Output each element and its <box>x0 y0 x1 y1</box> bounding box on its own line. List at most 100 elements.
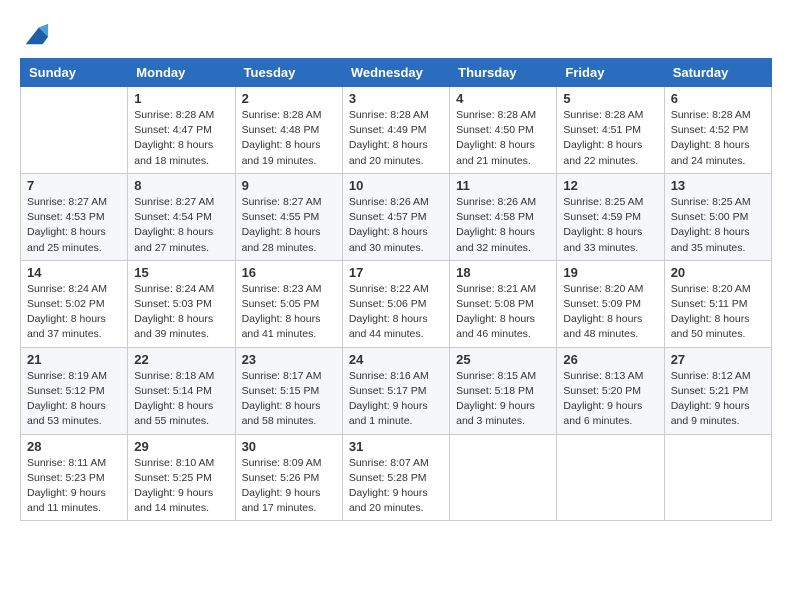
day-number: 23 <box>242 352 336 367</box>
calendar-week-row: 14 Sunrise: 8:24 AMSunset: 5:02 PMDayligh… <box>21 260 772 347</box>
day-number: 4 <box>456 91 550 106</box>
calendar-week-row: 28Sunrise: 8:11 AMSunset: 5:23 PMDayligh… <box>21 434 772 521</box>
calendar-cell: 4 Sunrise: 8:28 AMSunset: 4:50 PMDaylight… <box>450 87 557 174</box>
day-info: Sunrise: 8:13 AMSunset: 5:20 PMDaylight:… <box>563 369 657 430</box>
calendar-cell <box>664 434 771 521</box>
calendar-week-row: 1 Sunrise: 8:28 AMSunset: 4:47 PMDaylight… <box>21 87 772 174</box>
header-cell-saturday: Saturday <box>664 59 771 87</box>
day-number: 22 <box>134 352 228 367</box>
calendar-cell: 14 Sunrise: 8:24 AMSunset: 5:02 PMDayligh… <box>21 260 128 347</box>
header-cell-wednesday: Wednesday <box>342 59 449 87</box>
calendar-cell: 12Sunrise: 8:25 AMSunset: 4:59 PMDayligh… <box>557 173 664 260</box>
day-number: 19 <box>563 265 657 280</box>
calendar-cell: 27Sunrise: 8:12 AMSunset: 5:21 PMDayligh… <box>664 347 771 434</box>
header-cell-tuesday: Tuesday <box>235 59 342 87</box>
day-number: 31 <box>349 439 443 454</box>
day-info: Sunrise: 8:10 AMSunset: 5:25 PMDaylight:… <box>134 456 228 517</box>
calendar-cell: 11 Sunrise: 8:26 AMSunset: 4:58 PMDayligh… <box>450 173 557 260</box>
calendar-cell: 9 Sunrise: 8:27 AMSunset: 4:55 PMDaylight… <box>235 173 342 260</box>
calendar-cell: 16Sunrise: 8:23 AMSunset: 5:05 PMDayligh… <box>235 260 342 347</box>
day-number: 25 <box>456 352 550 367</box>
calendar-cell: 22 Sunrise: 8:18 AMSunset: 5:14 PMDayligh… <box>128 347 235 434</box>
day-info: Sunrise: 8:20 AMSunset: 5:09 PMDaylight:… <box>563 282 657 343</box>
day-number: 8 <box>134 178 228 193</box>
day-info: Sunrise: 8:21 AMSunset: 5:08 PMDaylight:… <box>456 282 550 343</box>
day-info: Sunrise: 8:27 AMSunset: 4:53 PMDaylight:… <box>27 195 121 256</box>
day-number: 11 <box>456 178 550 193</box>
calendar-cell: 5 Sunrise: 8:28 AMSunset: 4:51 PMDaylight… <box>557 87 664 174</box>
header-cell-sunday: Sunday <box>21 59 128 87</box>
day-info: Sunrise: 8:15 AMSunset: 5:18 PMDaylight:… <box>456 369 550 430</box>
day-info: Sunrise: 8:28 AMSunset: 4:49 PMDaylight:… <box>349 108 443 169</box>
calendar-cell: 23 Sunrise: 8:17 AMSunset: 5:15 PMDayligh… <box>235 347 342 434</box>
day-number: 24 <box>349 352 443 367</box>
day-info: Sunrise: 8:19 AMSunset: 5:12 PMDaylight:… <box>27 369 121 430</box>
calendar-cell: 29 Sunrise: 8:10 AMSunset: 5:25 PMDayligh… <box>128 434 235 521</box>
day-info: Sunrise: 8:25 AMSunset: 5:00 PMDaylight:… <box>671 195 765 256</box>
calendar-cell: 20 Sunrise: 8:20 AMSunset: 5:11 PMDayligh… <box>664 260 771 347</box>
day-number: 16 <box>242 265 336 280</box>
calendar-cell: 7 Sunrise: 8:27 AMSunset: 4:53 PMDaylight… <box>21 173 128 260</box>
page-header <box>20 20 772 48</box>
calendar-week-row: 21 Sunrise: 8:19 AMSunset: 5:12 PMDayligh… <box>21 347 772 434</box>
calendar-cell: 17 Sunrise: 8:22 AMSunset: 5:06 PMDayligh… <box>342 260 449 347</box>
day-info: Sunrise: 8:28 AMSunset: 4:50 PMDaylight:… <box>456 108 550 169</box>
header-row: SundayMondayTuesdayWednesdayThursdayFrid… <box>21 59 772 87</box>
day-info: Sunrise: 8:09 AMSunset: 5:26 PMDaylight:… <box>242 456 336 517</box>
day-info: Sunrise: 8:26 AMSunset: 4:58 PMDaylight:… <box>456 195 550 256</box>
day-number: 21 <box>27 352 121 367</box>
calendar-week-row: 7 Sunrise: 8:27 AMSunset: 4:53 PMDaylight… <box>21 173 772 260</box>
day-info: Sunrise: 8:28 AMSunset: 4:52 PMDaylight:… <box>671 108 765 169</box>
logo-icon <box>22 20 50 48</box>
day-number: 18 <box>456 265 550 280</box>
calendar-cell: 6 Sunrise: 8:28 AMSunset: 4:52 PMDaylight… <box>664 87 771 174</box>
day-number: 7 <box>27 178 121 193</box>
day-number: 5 <box>563 91 657 106</box>
day-info: Sunrise: 8:18 AMSunset: 5:14 PMDaylight:… <box>134 369 228 430</box>
day-info: Sunrise: 8:07 AMSunset: 5:28 PMDaylight:… <box>349 456 443 517</box>
day-info: Sunrise: 8:22 AMSunset: 5:06 PMDaylight:… <box>349 282 443 343</box>
header-cell-friday: Friday <box>557 59 664 87</box>
day-info: Sunrise: 8:24 AMSunset: 5:02 PMDaylight:… <box>27 282 121 343</box>
day-number: 1 <box>134 91 228 106</box>
calendar-cell <box>557 434 664 521</box>
day-info: Sunrise: 8:16 AMSunset: 5:17 PMDaylight:… <box>349 369 443 430</box>
day-number: 28 <box>27 439 121 454</box>
day-number: 9 <box>242 178 336 193</box>
calendar-cell: 24 Sunrise: 8:16 AMSunset: 5:17 PMDayligh… <box>342 347 449 434</box>
calendar-header: SundayMondayTuesdayWednesdayThursdayFrid… <box>21 59 772 87</box>
day-number: 14 <box>27 265 121 280</box>
header-cell-thursday: Thursday <box>450 59 557 87</box>
day-number: 10 <box>349 178 443 193</box>
calendar-cell: 2 Sunrise: 8:28 AMSunset: 4:48 PMDaylight… <box>235 87 342 174</box>
calendar-cell: 15Sunrise: 8:24 AMSunset: 5:03 PMDayligh… <box>128 260 235 347</box>
day-info: Sunrise: 8:25 AMSunset: 4:59 PMDaylight:… <box>563 195 657 256</box>
day-number: 29 <box>134 439 228 454</box>
calendar-cell: 31 Sunrise: 8:07 AMSunset: 5:28 PMDayligh… <box>342 434 449 521</box>
day-number: 3 <box>349 91 443 106</box>
calendar-cell: 18 Sunrise: 8:21 AMSunset: 5:08 PMDayligh… <box>450 260 557 347</box>
day-info: Sunrise: 8:17 AMSunset: 5:15 PMDaylight:… <box>242 369 336 430</box>
calendar-cell: 3 Sunrise: 8:28 AMSunset: 4:49 PMDaylight… <box>342 87 449 174</box>
day-number: 27 <box>671 352 765 367</box>
day-number: 6 <box>671 91 765 106</box>
day-number: 20 <box>671 265 765 280</box>
calendar-cell: 28Sunrise: 8:11 AMSunset: 5:23 PMDayligh… <box>21 434 128 521</box>
calendar-table: SundayMondayTuesdayWednesdayThursdayFrid… <box>20 58 772 521</box>
day-info: Sunrise: 8:28 AMSunset: 4:47 PMDaylight:… <box>134 108 228 169</box>
day-info: Sunrise: 8:27 AMSunset: 4:54 PMDaylight:… <box>134 195 228 256</box>
day-info: Sunrise: 8:20 AMSunset: 5:11 PMDaylight:… <box>671 282 765 343</box>
day-info: Sunrise: 8:27 AMSunset: 4:55 PMDaylight:… <box>242 195 336 256</box>
header-cell-monday: Monday <box>128 59 235 87</box>
day-info: Sunrise: 8:28 AMSunset: 4:51 PMDaylight:… <box>563 108 657 169</box>
day-number: 2 <box>242 91 336 106</box>
calendar-cell <box>450 434 557 521</box>
day-info: Sunrise: 8:28 AMSunset: 4:48 PMDaylight:… <box>242 108 336 169</box>
day-number: 17 <box>349 265 443 280</box>
calendar-cell: 1 Sunrise: 8:28 AMSunset: 4:47 PMDaylight… <box>128 87 235 174</box>
day-info: Sunrise: 8:24 AMSunset: 5:03 PMDaylight:… <box>134 282 228 343</box>
day-number: 30 <box>242 439 336 454</box>
calendar-cell <box>21 87 128 174</box>
day-number: 13 <box>671 178 765 193</box>
calendar-cell: 10Sunrise: 8:26 AMSunset: 4:57 PMDayligh… <box>342 173 449 260</box>
